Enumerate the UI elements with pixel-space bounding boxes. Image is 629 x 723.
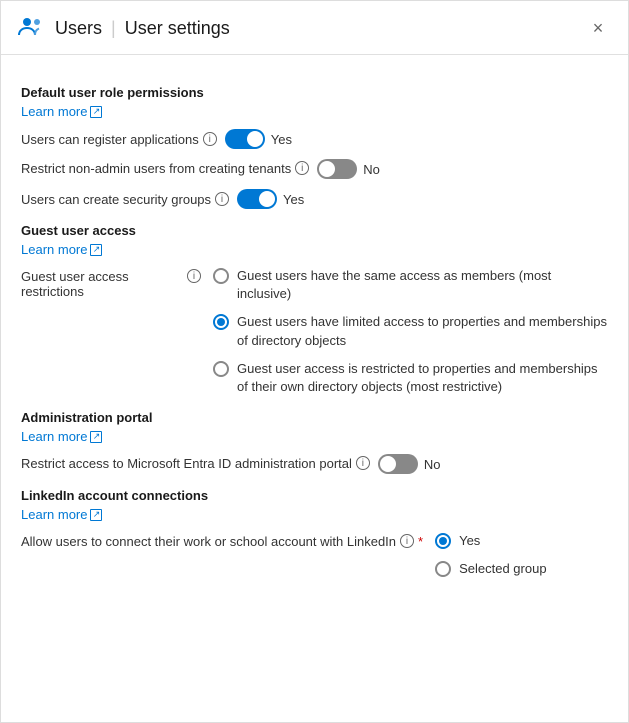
learn-more-linkedin[interactable]: Learn more ↗ [21, 507, 102, 522]
setting-row-restrict-entra: Restrict access to Microsoft Entra ID ad… [21, 454, 608, 474]
toggle-container-register-apps: Yes [225, 129, 292, 149]
learn-more-guest-user-access[interactable]: Learn more ↗ [21, 242, 102, 257]
setting-row-guest-restrictions: Guest user access restrictions i Guest u… [21, 267, 608, 396]
info-icon-restrict-nonadmin[interactable]: i [295, 161, 309, 175]
radio-text-guest-restricted-access: Guest user access is restricted to prope… [237, 360, 608, 396]
setting-label-guest-restrictions: Guest user access restrictions i [21, 267, 201, 299]
users-settings-window: Users | User settings × Default user rol… [0, 0, 629, 723]
radio-option-linkedin-selected-group[interactable]: Selected group [435, 560, 546, 578]
radio-group-linkedin: Yes Selected group [435, 532, 546, 578]
radio-circle-linkedin-yes [435, 533, 451, 549]
setting-label-linkedin-connect: Allow users to connect their work or sch… [21, 532, 423, 549]
external-link-icon-guest: ↗ [90, 244, 102, 256]
setting-row-create-security-groups: Users can create security groups i Yes [21, 189, 608, 209]
radio-text-linkedin-selected-group: Selected group [459, 560, 546, 578]
external-link-icon: ↗ [90, 106, 102, 118]
radio-circle-guest-limited-access [213, 314, 229, 330]
learn-more-admin-portal[interactable]: Learn more ↗ [21, 429, 102, 444]
radio-text-linkedin-yes: Yes [459, 532, 480, 550]
required-star-linkedin: * [418, 534, 423, 549]
toggle-label-restrict-entra: No [424, 457, 441, 472]
radio-text-guest-limited-access: Guest users have limited access to prope… [237, 313, 608, 349]
info-icon-guest-restrictions[interactable]: i [187, 269, 201, 283]
radio-option-guest-limited-access[interactable]: Guest users have limited access to prope… [213, 313, 608, 349]
setting-label-register-apps: Users can register applications i [21, 132, 217, 147]
info-icon-restrict-entra[interactable]: i [356, 456, 370, 470]
content-area: Default user role permissions Learn more… [1, 55, 628, 722]
info-icon-register-apps[interactable]: i [203, 132, 217, 146]
radio-option-linkedin-yes[interactable]: Yes [435, 532, 546, 550]
toggle-container-create-security-groups: Yes [237, 189, 304, 209]
toggle-create-security-groups[interactable] [237, 189, 277, 209]
setting-label-restrict-entra: Restrict access to Microsoft Entra ID ad… [21, 454, 370, 471]
radio-circle-linkedin-selected-group [435, 561, 451, 577]
toggle-restrict-entra[interactable] [378, 454, 418, 474]
info-icon-linkedin-connect[interactable]: i [400, 534, 414, 548]
users-icon [17, 13, 45, 44]
radio-option-guest-same-access[interactable]: Guest users have the same access as memb… [213, 267, 608, 303]
toggle-restrict-nonadmin[interactable] [317, 159, 357, 179]
setting-label-restrict-nonadmin: Restrict non-admin users from creating t… [21, 159, 309, 176]
toggle-container-restrict-nonadmin: No [317, 159, 380, 179]
learn-more-default-user-role[interactable]: Learn more ↗ [21, 104, 102, 119]
info-icon-create-security-groups[interactable]: i [215, 192, 229, 206]
setting-row-register-apps: Users can register applications i Yes [21, 129, 608, 149]
radio-circle-guest-same-access [213, 268, 229, 284]
external-link-icon-linkedin: ↗ [90, 509, 102, 521]
setting-row-restrict-nonadmin: Restrict non-admin users from creating t… [21, 159, 608, 179]
section-title-linkedin: LinkedIn account connections [21, 488, 608, 503]
toggle-container-restrict-entra: No [378, 454, 441, 474]
external-link-icon-admin: ↗ [90, 431, 102, 443]
toggle-label-create-security-groups: Yes [283, 192, 304, 207]
toggle-label-restrict-nonadmin: No [363, 162, 380, 177]
radio-group-guest-restrictions: Guest users have the same access as memb… [213, 267, 608, 396]
radio-circle-guest-restricted-access [213, 361, 229, 377]
radio-text-guest-same-access: Guest users have the same access as memb… [237, 267, 608, 303]
section-title-guest-user-access: Guest user access [21, 223, 608, 238]
section-title-default-user-role: Default user role permissions [21, 85, 608, 100]
section-title-admin-portal: Administration portal [21, 410, 608, 425]
radio-option-guest-restricted-access[interactable]: Guest user access is restricted to prope… [213, 360, 608, 396]
toggle-label-register-apps: Yes [271, 132, 292, 147]
title-bar: Users | User settings × [1, 1, 628, 55]
page-title: Users | User settings [55, 18, 230, 39]
toggle-register-apps[interactable] [225, 129, 265, 149]
close-button[interactable]: × [584, 15, 612, 43]
setting-label-create-security-groups: Users can create security groups i [21, 192, 229, 207]
setting-row-linkedin-connect: Allow users to connect their work or sch… [21, 532, 608, 578]
